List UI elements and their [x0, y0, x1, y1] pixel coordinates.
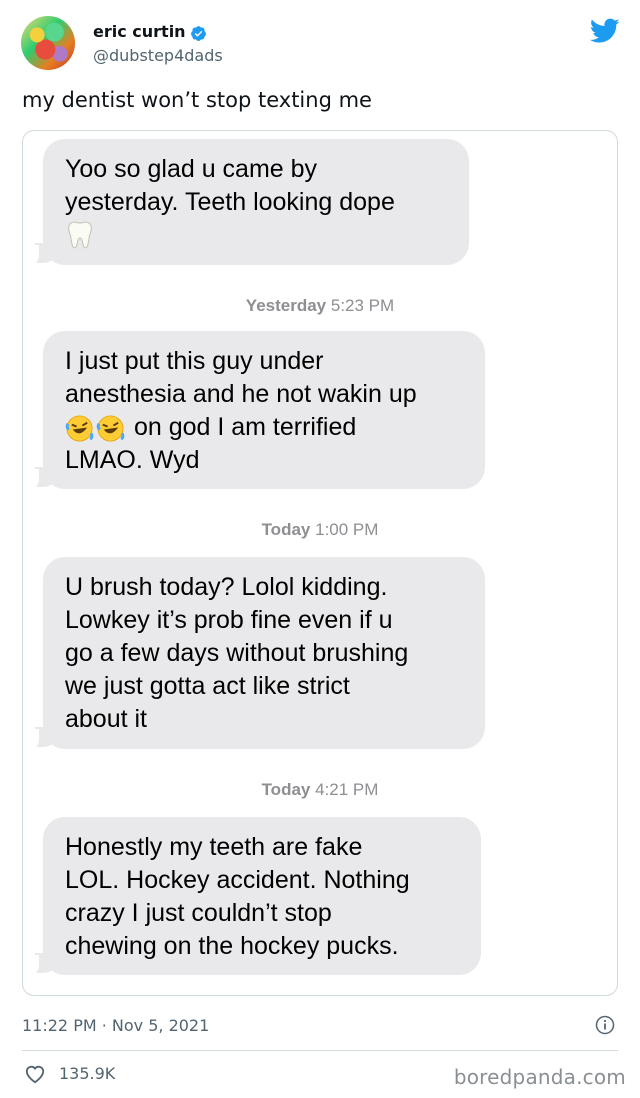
timestamp-divider: Today 4:21 PM — [261, 780, 379, 799]
like-count[interactable]: 135.9K — [59, 1064, 115, 1083]
message-bubble: Yoo so glad u came by yesterday. Teeth l… — [43, 139, 469, 265]
attached-screenshot[interactable]: Yoo so glad u came by yesterday. Teeth l… — [22, 130, 618, 996]
watermark: boredpanda.com — [453, 1065, 626, 1089]
message-bubble: U brush today? Lolol kidding. Lowkey it’… — [43, 557, 485, 749]
message-bubble: Honestly my teeth are fake LOL. Hockey a… — [43, 817, 481, 975]
message-text: Honestly my teeth are fake LOL. Hockey a… — [65, 833, 410, 960]
twitter-bird-icon[interactable] — [590, 18, 620, 44]
divider — [22, 1050, 618, 1051]
message-text: I just put this guy under anesthesia and… — [65, 347, 417, 474]
avatar[interactable] — [21, 16, 75, 70]
user-handle[interactable]: @dubstep4dads — [93, 46, 223, 65]
heart-icon[interactable] — [24, 1064, 46, 1084]
timestamp-divider: Today 1:00 PM — [261, 520, 379, 539]
rofl-emoji-icon — [96, 415, 125, 442]
message-text: Yoo so glad u came by yesterday. Teeth l… — [65, 155, 395, 216]
timestamp-divider: Yesterday 5:23 PM — [245, 296, 395, 315]
verified-badge-icon — [191, 26, 206, 41]
tweet-timestamp[interactable]: 11:22 PM · Nov 5, 2021 — [22, 1016, 209, 1035]
display-name[interactable]: eric curtin — [93, 22, 186, 41]
tweet-text: my dentist won’t stop texting me — [22, 88, 372, 112]
info-icon[interactable] — [595, 1015, 615, 1035]
tooth-emoji-icon — [68, 221, 92, 249]
rofl-emoji-icon — [65, 415, 94, 442]
message-text: U brush today? Lolol kidding. Lowkey it’… — [65, 573, 409, 733]
message-bubble: I just put this guy under anesthesia and… — [43, 331, 485, 489]
